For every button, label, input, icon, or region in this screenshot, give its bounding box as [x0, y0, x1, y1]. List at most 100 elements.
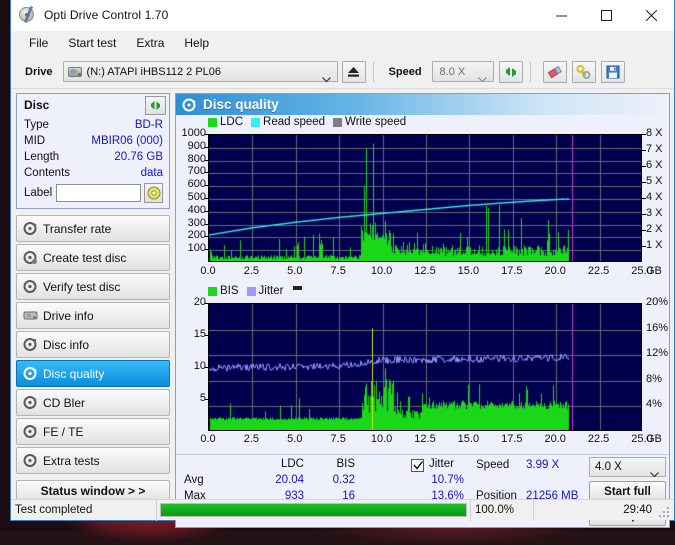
legend-write-speed: Write speed: [333, 116, 406, 128]
y2-tick: [642, 198, 646, 199]
test-speed-value: 4.0 X: [595, 461, 622, 473]
disc-label-input[interactable]: [56, 184, 141, 202]
disc-info-icon: [17, 337, 43, 352]
jitter-checkbox[interactable]: [411, 459, 424, 472]
drive-select-value: (N:) ATAPI iHBS112 2 PL06: [87, 66, 222, 78]
sidebar-item-label: Transfer rate: [43, 222, 111, 236]
x-tick-label: 5.0: [281, 433, 309, 445]
erase-disc-button[interactable]: [543, 61, 567, 83]
disc-quality-panel: Disc quality LDC Read speed: [175, 93, 670, 528]
title-bar: Opti Drive Control 1.70: [11, 0, 674, 31]
resize-grip-icon[interactable]: [659, 505, 671, 517]
toolbar-divider-1: [373, 62, 374, 82]
menu-start-test[interactable]: Start test: [58, 33, 126, 53]
y-tick-label: 400: [176, 204, 206, 216]
y2-tick-label: 7 X: [646, 143, 663, 155]
toolbar-divider-2: [530, 62, 531, 82]
disc-icon: [147, 186, 161, 200]
disc-quality-bis-chart: [208, 303, 642, 431]
stats-speed-label: Speed: [476, 459, 509, 471]
progress-bar: [160, 503, 467, 517]
sidebar-item-label: Verify test disc: [43, 280, 120, 294]
sidebar-item-transfer-rate[interactable]: Transfer rate: [16, 215, 170, 242]
sidebar-item-cd-bler[interactable]: CD Bler: [16, 389, 170, 416]
y2-tick-label: 3 X: [646, 207, 663, 219]
y-tick: [205, 172, 209, 173]
x-tick-label: 17.5: [498, 265, 526, 277]
y-tick-label: 20: [176, 296, 206, 308]
sidebar-item-extra-tests[interactable]: Extra tests: [16, 447, 170, 474]
drive-select[interactable]: (N:) ATAPI iHBS112 2 PL06: [63, 61, 338, 82]
disc-refresh-button[interactable]: [145, 96, 166, 115]
sidebar-item-disc-info[interactable]: Disc info: [16, 331, 170, 358]
menu-extra[interactable]: Extra: [126, 33, 174, 53]
sidebar-item-disc-quality[interactable]: Disc quality: [16, 360, 170, 387]
tools-button[interactable]: [572, 61, 596, 83]
y-tick-label: 5: [176, 392, 206, 404]
save-button[interactable]: [601, 61, 625, 83]
disc-quality-icon: [17, 366, 43, 381]
sidebar: Disc Type BD-R MID MBIR: [11, 89, 175, 528]
disc-bler-icon: [17, 395, 43, 410]
eject-button[interactable]: [342, 61, 366, 83]
disc-quality-ldc-chart: [208, 134, 642, 262]
disc-label-row: Label: [24, 182, 163, 204]
legend-label-read-speed: Read speed: [263, 116, 325, 128]
x-tick-label: 12.5: [411, 433, 439, 445]
sidebar-item-create-test-disc[interactable]: Create test disc: [16, 244, 170, 271]
window-title: Opti Drive Control 1.70: [44, 8, 168, 22]
y2-tick-label: 16%: [646, 322, 668, 334]
stats-avg-bis: 0.32: [311, 474, 355, 486]
refresh-button[interactable]: [499, 61, 523, 83]
disc-row-type: Type BD-R: [24, 117, 163, 133]
sidebar-item-label: Create test disc: [43, 251, 126, 265]
application-window: Opti Drive Control 1.70 File Start test …: [10, 0, 675, 521]
content-area: Disc quality LDC Read speed: [175, 89, 674, 528]
disc-row-value: MBIR06 (000): [91, 135, 163, 147]
y-tick-label: 900: [176, 140, 206, 152]
x-tick-label: 12.5: [411, 265, 439, 277]
disc-row-key: Type: [24, 119, 49, 131]
speed-select[interactable]: 8.0 X: [432, 61, 494, 82]
disc-icon: [19, 6, 37, 24]
test-speed-select[interactable]: 4.0 X: [589, 457, 666, 477]
sidebar-item-fe-te[interactable]: FE / TE: [16, 418, 170, 445]
nav-list: Transfer rate Create test disc Verify te…: [16, 215, 170, 474]
sidebar-item-drive-info[interactable]: Drive info: [16, 302, 170, 329]
legend-swatch-read-speed: [251, 118, 260, 127]
x-tick-label: 22.5: [585, 265, 613, 277]
menu-bar: File Start test Extra Help: [11, 31, 674, 55]
y2-tick-label: 5 X: [646, 175, 663, 187]
stats-header-jitter: Jitter: [429, 458, 454, 470]
legend-swatch-bis: [208, 287, 217, 296]
minimize-button[interactable]: [539, 0, 584, 30]
main-body: Disc Type BD-R MID MBIR: [11, 89, 674, 528]
y2-tick-label: 1 X: [646, 239, 663, 251]
sidebar-item-verify-test-disc[interactable]: Verify test disc: [16, 273, 170, 300]
disc-fete-icon: [17, 424, 43, 439]
menu-file[interactable]: File: [19, 33, 58, 53]
legend-swatch-extra: [293, 286, 302, 290]
maximize-button[interactable]: [584, 0, 629, 30]
y2-tick: [642, 246, 646, 247]
progress-percent: 100.0%: [471, 504, 514, 516]
page-title: Disc quality: [203, 97, 279, 112]
refresh-icon: [149, 99, 162, 112]
disc-verify-icon: [17, 279, 43, 294]
menu-help[interactable]: Help: [174, 33, 219, 53]
disc-row-value: data: [141, 167, 163, 179]
close-button[interactable]: [629, 0, 674, 30]
window-controls: [539, 0, 674, 30]
legend-ldc: LDC: [208, 116, 243, 128]
legend-swatch-write-speed: [333, 118, 342, 127]
eraser-icon: [547, 65, 563, 79]
disc-row-mid: MID MBIR06 (000): [24, 133, 163, 149]
wrench-icon: [576, 65, 591, 79]
disc-row-length: Length 20.76 GB: [24, 149, 163, 165]
disc-label-button[interactable]: [144, 183, 163, 203]
disc-extra-icon: [17, 453, 43, 468]
x-tick-label: 5.0: [281, 265, 309, 277]
disc-row-key: Contents: [24, 167, 70, 179]
x-tick-label: 2.5: [237, 433, 265, 445]
drive-label: Drive: [25, 66, 53, 78]
